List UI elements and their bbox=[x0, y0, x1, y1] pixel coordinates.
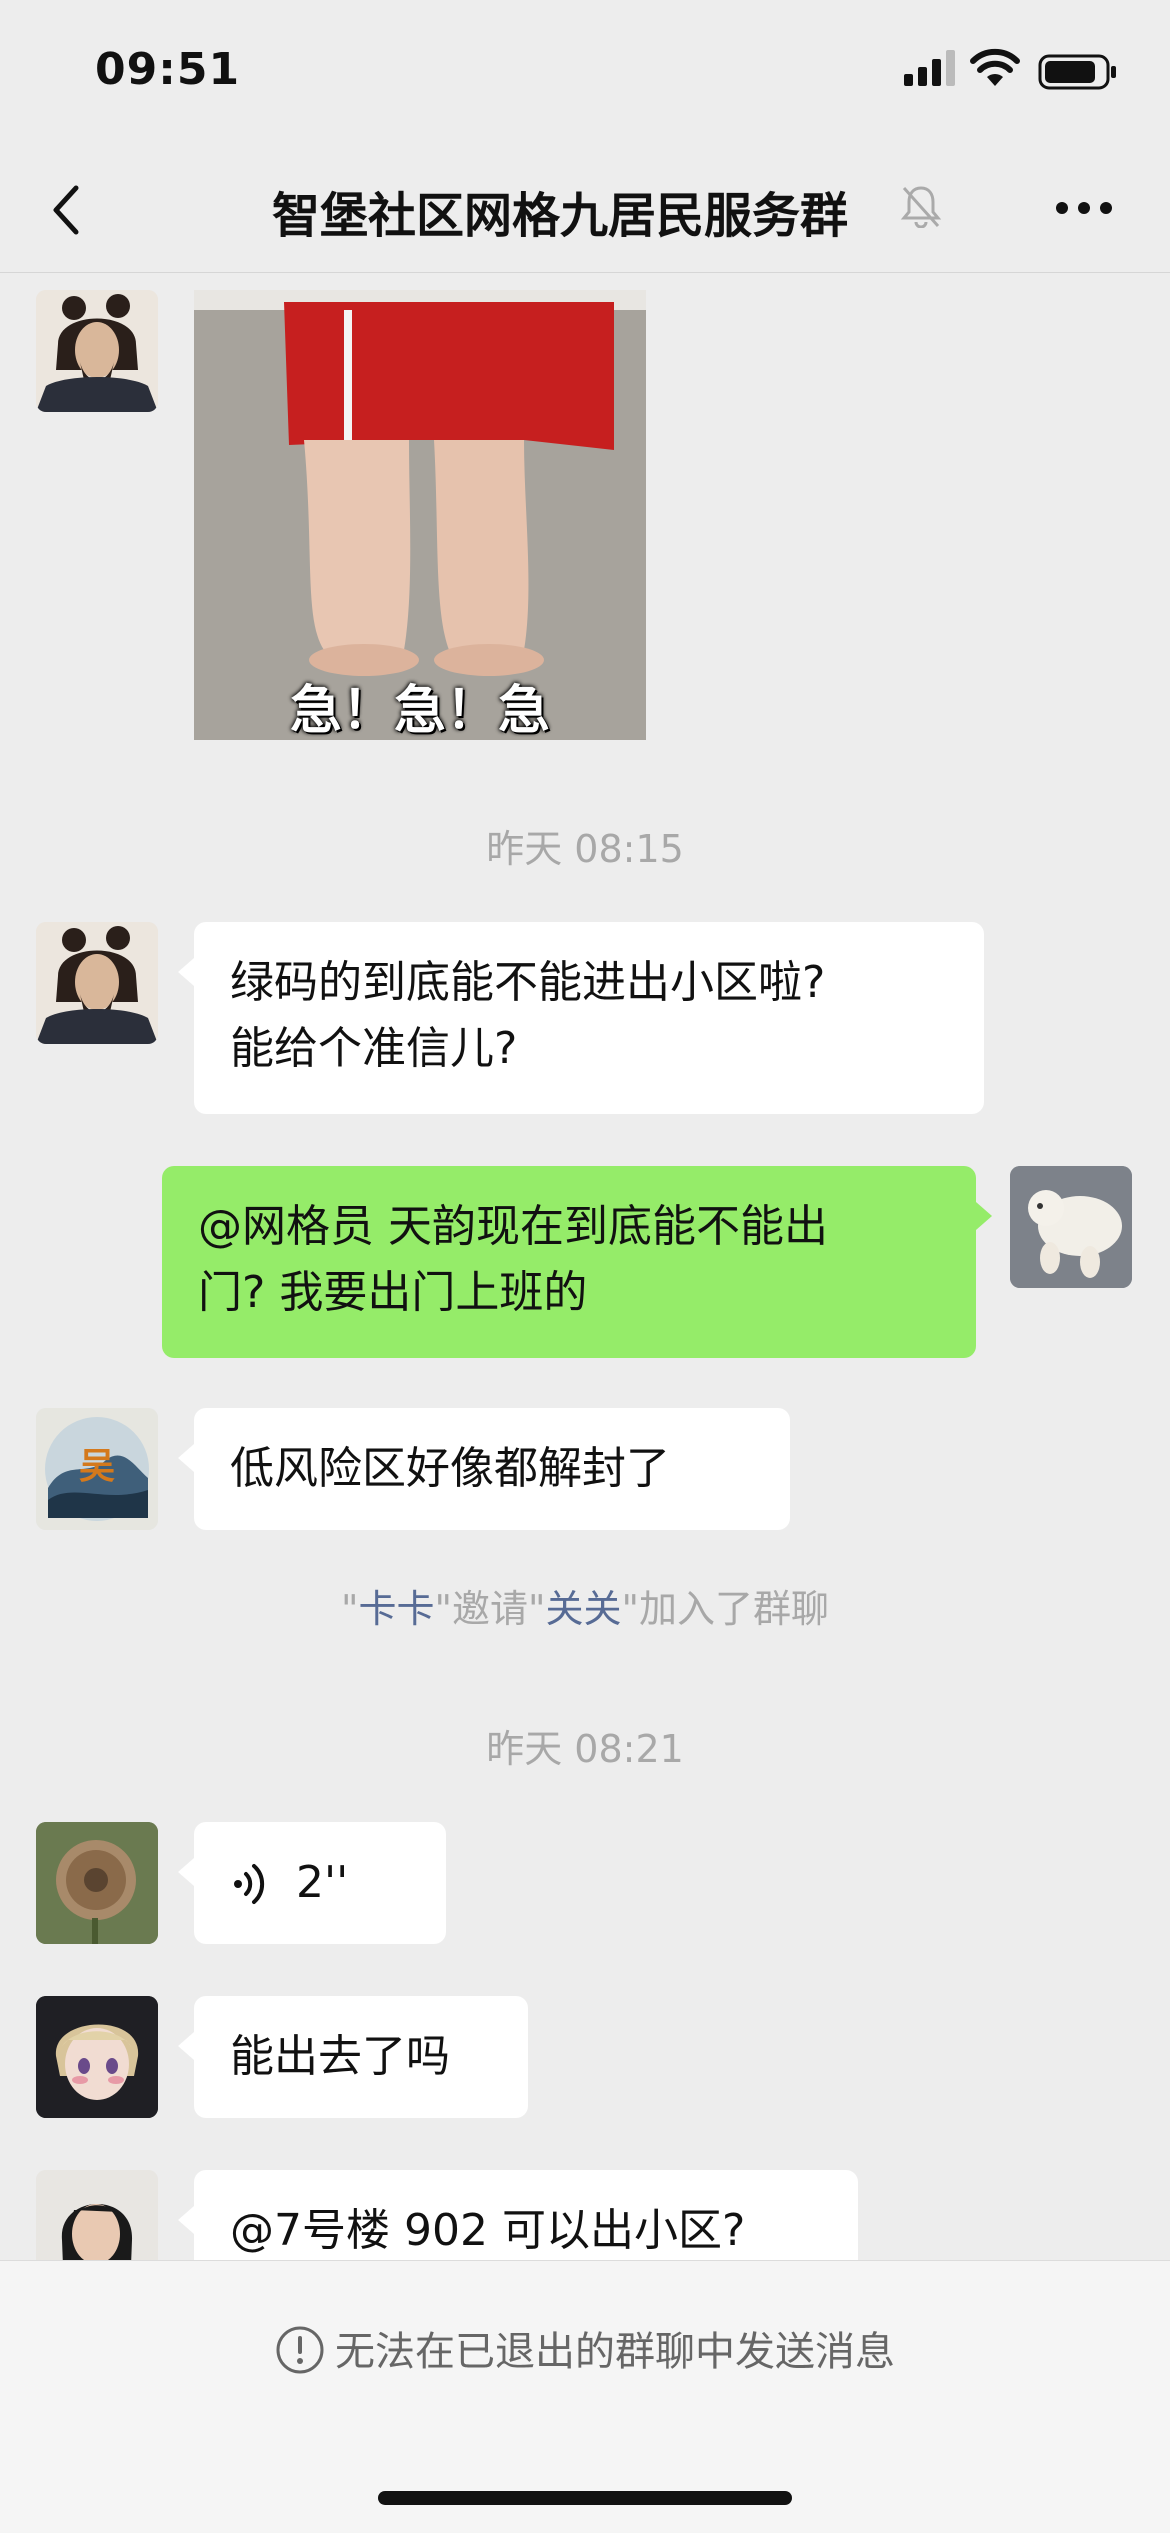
message-text: @7号楼 902 可以出小区? bbox=[230, 2205, 746, 2256]
svg-text:吴: 吴 bbox=[79, 1445, 115, 1487]
mute-bell-icon bbox=[900, 186, 942, 228]
status-bar: 09:51 bbox=[0, 0, 1170, 150]
notice-text: "邀请" bbox=[434, 1587, 546, 1631]
avatar[interactable] bbox=[36, 2170, 158, 2260]
inviter-name-link[interactable]: 卡卡 bbox=[359, 1587, 435, 1631]
avatar[interactable] bbox=[36, 290, 158, 412]
woman-portrait-icon bbox=[36, 2170, 158, 2260]
exited-group-notice: 无法在已退出的群聊中发送消息 bbox=[0, 2319, 1170, 2377]
chat-header: 智堡社区网格九居民服务群 bbox=[0, 150, 1170, 273]
self-avatar[interactable] bbox=[1010, 1166, 1132, 1288]
avatar[interactable] bbox=[36, 1996, 158, 2118]
wifi-icon bbox=[970, 48, 1020, 86]
battery-icon bbox=[1038, 54, 1116, 90]
puppy-photo-icon bbox=[1010, 1166, 1132, 1288]
avatar[interactable] bbox=[36, 922, 158, 1044]
notice-text: "加入了群聊 bbox=[621, 1587, 829, 1631]
voice-message-bubble[interactable]: 2'' bbox=[178, 1822, 446, 1944]
sticker-caption: 急！急！急 bbox=[289, 681, 550, 740]
message-bubble[interactable]: 绿码的到底能不能进出小区啦? 能给个准信儿? bbox=[178, 922, 984, 1114]
voice-duration: 2'' bbox=[296, 1857, 349, 1908]
home-indicator[interactable] bbox=[378, 2491, 792, 2505]
ink-painting-icon: 吴 bbox=[36, 1408, 158, 1530]
message-text: 能出去了吗 bbox=[230, 2031, 450, 2082]
message-text: 低风险区好像都解封了 bbox=[230, 1443, 670, 1494]
invitee-name-link[interactable]: 关关 bbox=[545, 1587, 621, 1631]
chat-footer: 无法在已退出的群聊中发送消息 bbox=[0, 2260, 1170, 2533]
status-time: 09:51 bbox=[95, 44, 241, 95]
anime-character-icon bbox=[36, 1996, 158, 2118]
avatar[interactable] bbox=[36, 1822, 158, 1944]
message-list[interactable]: 急！急！急 昨天 08:15 绿码的到底能不能进出小区啦? 能给个准信儿? @网… bbox=[0, 272, 1170, 2260]
timestamp: 昨天 08:21 bbox=[486, 1727, 684, 1771]
dandelion-photo-icon bbox=[36, 1822, 158, 1944]
message-text-line: 绿码的到底能不能进出小区啦? bbox=[230, 957, 826, 1008]
message-text-line: @网格员 天韵现在到底能不能出 bbox=[198, 1201, 828, 1252]
voice-wave-icon bbox=[234, 1864, 265, 1904]
warrior-portrait-icon bbox=[36, 922, 158, 1044]
chat-title: 智堡社区网格九居民服务群 bbox=[272, 188, 849, 244]
info-circle-icon bbox=[276, 2326, 324, 2374]
more-options-icon[interactable] bbox=[1052, 188, 1116, 228]
warrior-portrait-icon bbox=[36, 290, 158, 412]
back-arrow-icon[interactable] bbox=[42, 180, 92, 240]
timestamp: 昨天 08:15 bbox=[486, 827, 684, 871]
message-text-line: 能给个准信儿? bbox=[230, 1023, 518, 1074]
system-notice: "卡卡"邀请"关关"加入了群聊 bbox=[0, 1578, 1170, 1633]
outgoing-message-bubble[interactable]: @网格员 天韵现在到底能不能出 门? 我要出门上班的 bbox=[162, 1166, 992, 1358]
sticker-image[interactable]: 急！急！急 bbox=[194, 290, 646, 740]
notice-text: 无法在已退出的群聊中发送消息 bbox=[335, 2329, 895, 2375]
message-bubble[interactable]: 低风险区好像都解封了 bbox=[178, 1408, 790, 1530]
cellular-signal-icon bbox=[904, 50, 955, 86]
avatar[interactable]: 吴 bbox=[36, 1408, 158, 1530]
quote-mark: " bbox=[341, 1587, 359, 1631]
message-text-line: 门? 我要出门上班的 bbox=[198, 1267, 588, 1318]
message-bubble[interactable]: @7号楼 902 可以出小区? bbox=[178, 2170, 858, 2260]
message-bubble[interactable]: 能出去了吗 bbox=[178, 1996, 528, 2118]
